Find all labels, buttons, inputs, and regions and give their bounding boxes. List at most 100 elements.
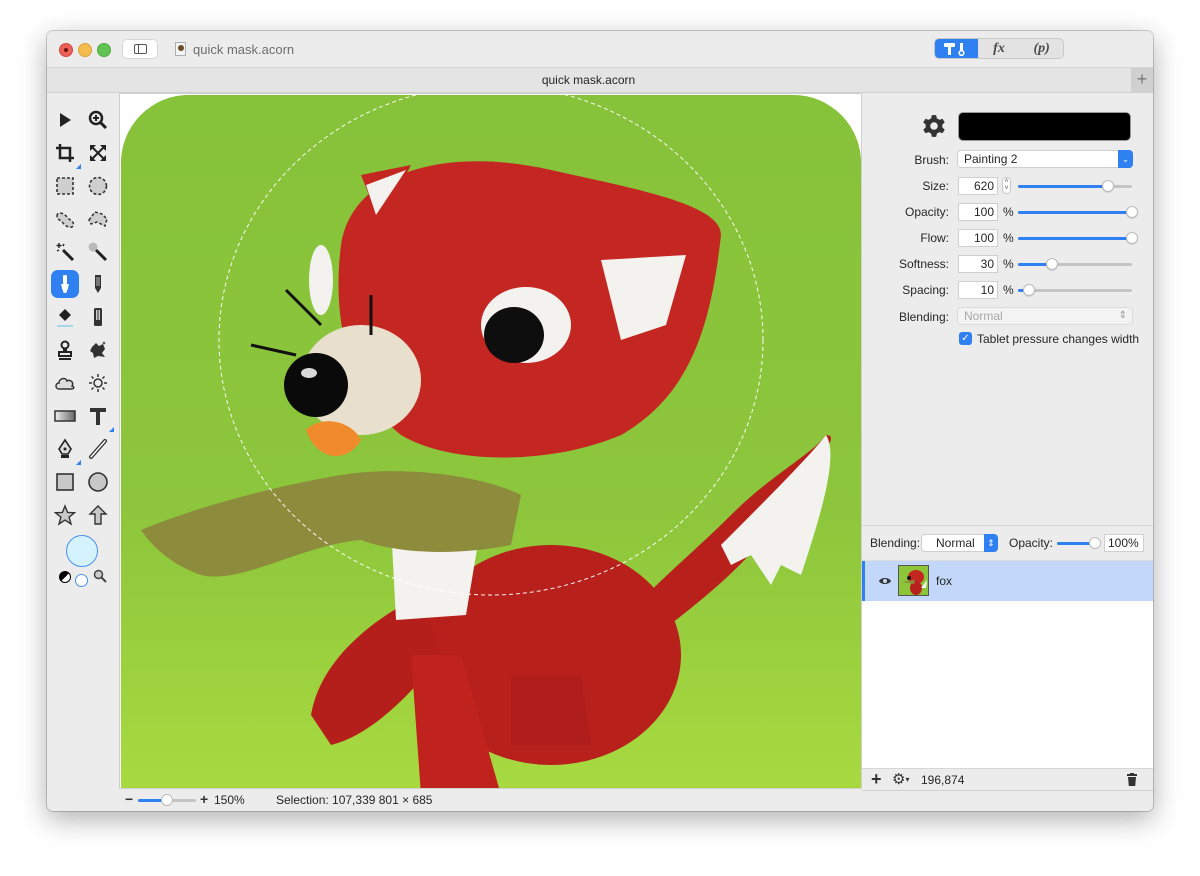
crop-tool[interactable] [51, 139, 81, 169]
opacity-slider-knob[interactable] [1126, 206, 1138, 218]
tablet-pressure-label[interactable]: Tablet pressure changes width [977, 332, 1139, 346]
flow-input[interactable]: 100 [958, 229, 998, 247]
transform-tool[interactable] [84, 139, 112, 167]
fill-color-well[interactable] [66, 535, 98, 567]
gradient-tool[interactable] [51, 402, 79, 430]
canvas[interactable] [119, 93, 862, 789]
star-tool[interactable] [51, 501, 79, 529]
polygon-lasso-tool[interactable] [84, 205, 112, 233]
zoom-in-button[interactable]: + [200, 791, 208, 807]
up-down-chevron-icon: ⇕ [1118, 310, 1127, 321]
stamp-icon [58, 340, 72, 360]
layer-row[interactable]: fox [862, 561, 1153, 601]
ellipse-select-tool[interactable] [84, 172, 112, 200]
layer-actions-gear-icon[interactable]: ⚙▾ [892, 770, 909, 788]
spacing-slider-knob[interactable] [1023, 284, 1036, 296]
brush-tool[interactable] [51, 270, 79, 298]
document-tab-bar: quick mask.acorn + [47, 68, 1153, 93]
opacity-row: Opacity: 100 % [862, 202, 1153, 222]
sidebar-icon [134, 44, 147, 54]
size-slider[interactable] [1018, 180, 1132, 192]
plugins-segment[interactable]: (p) [1020, 39, 1063, 58]
brush-select[interactable]: Painting 2 ⌄ [957, 150, 1133, 168]
flow-slider-knob[interactable] [1126, 232, 1138, 244]
burn-tool[interactable] [51, 369, 79, 397]
tablet-pressure-row: ✓ Tablet pressure changes width [862, 329, 1153, 349]
layer-blending-label: Blending: [870, 536, 921, 550]
percent-label: % [1003, 283, 1014, 297]
flow-row: Flow: 100 % [862, 228, 1153, 248]
flow-slider[interactable] [1018, 232, 1138, 244]
arrow-tool[interactable] [84, 501, 112, 529]
close-window-button[interactable] [59, 43, 73, 57]
paint-bucket-tool[interactable] [51, 303, 79, 331]
line-tool[interactable] [84, 435, 112, 463]
magic-wand-tool[interactable] [51, 238, 79, 266]
tablet-pressure-checkbox[interactable]: ✓ [959, 332, 972, 345]
move-tool[interactable] [51, 106, 79, 134]
layer-opacity-slider[interactable] [1057, 537, 1101, 549]
clone-tool[interactable] [51, 336, 79, 364]
brush-blending-select: Normal ⇕ [957, 307, 1133, 325]
document-tab[interactable]: quick mask.acorn [47, 73, 1130, 87]
dodge-tool[interactable] [84, 369, 112, 397]
smudge-tool[interactable] [84, 336, 112, 364]
add-layer-button[interactable]: + [871, 769, 882, 790]
size-slider-knob[interactable] [1102, 180, 1115, 192]
oval-tool[interactable] [84, 468, 112, 496]
layer-opacity-slider-knob[interactable] [1089, 537, 1101, 549]
layer-opacity-label: Opacity: [1009, 536, 1054, 550]
zoom-out-button[interactable]: − [125, 791, 133, 807]
opacity-slider[interactable] [1018, 206, 1138, 218]
spacing-input[interactable]: 10 [958, 281, 998, 299]
minimize-window-button[interactable] [78, 43, 92, 57]
filters-segment[interactable]: fx [978, 39, 1021, 58]
stroke-color-well[interactable] [75, 574, 88, 587]
toggle-sidebar-button[interactable] [122, 39, 158, 59]
percent-label: % [1003, 205, 1014, 219]
zoom-tool[interactable] [84, 106, 112, 134]
size-slider-fill [1018, 185, 1109, 188]
zoom-slider-knob[interactable] [161, 794, 173, 806]
layer-name[interactable]: fox [936, 574, 952, 588]
lasso-tool[interactable] [51, 205, 79, 233]
size-stepper[interactable]: ˄ ˅ [1002, 177, 1011, 194]
pencil-icon [95, 275, 101, 293]
trash-icon[interactable] [1127, 773, 1137, 786]
swap-colors-icon[interactable] [59, 571, 71, 583]
instant-alpha-tool[interactable] [84, 238, 112, 266]
softness-slider-knob[interactable] [1046, 258, 1059, 270]
spacing-slider[interactable] [1018, 284, 1132, 296]
opacity-input[interactable]: 100 [958, 203, 998, 221]
app-window: quick mask.acorn fx (p) quick mask.acorn… [47, 31, 1153, 811]
pen-tool[interactable] [51, 435, 81, 465]
sun-icon [89, 374, 107, 392]
spacing-label: Spacing: [902, 283, 949, 297]
rectangle-icon [56, 473, 74, 491]
softness-slider[interactable] [1018, 258, 1132, 270]
layer-blending-select[interactable]: Normal ⇕ [921, 534, 998, 552]
layer-opacity-input[interactable]: 100% [1104, 534, 1144, 552]
color-picker-icon[interactable] [93, 569, 107, 583]
text-tool[interactable] [84, 402, 114, 432]
palette-segmented-control: fx (p) [934, 38, 1064, 59]
gradient-icon [54, 410, 76, 422]
tools-segment[interactable] [935, 39, 978, 58]
zoom-slider[interactable] [138, 794, 196, 806]
rectangle-tool[interactable] [51, 468, 79, 496]
eye-icon[interactable] [878, 576, 892, 586]
brush-settings-gear-icon[interactable] [921, 113, 947, 139]
paint-bucket-icon [57, 309, 73, 327]
pencil-tool[interactable] [84, 270, 112, 298]
eraser-tool[interactable] [84, 303, 112, 331]
circle-icon [88, 472, 108, 492]
softness-input[interactable]: 30 [958, 255, 998, 273]
rect-select-tool[interactable] [51, 172, 79, 200]
size-input[interactable]: 620 [958, 177, 998, 195]
status-bar: − + 150% Selection: 107,339 801 × 685 [119, 789, 862, 811]
submenu-indicator [76, 164, 81, 169]
new-tab-button[interactable]: + [1131, 68, 1153, 92]
brush-color-well[interactable] [958, 112, 1131, 141]
zoom-window-button[interactable] [97, 43, 111, 57]
hammer-wrench-icon [944, 42, 965, 56]
